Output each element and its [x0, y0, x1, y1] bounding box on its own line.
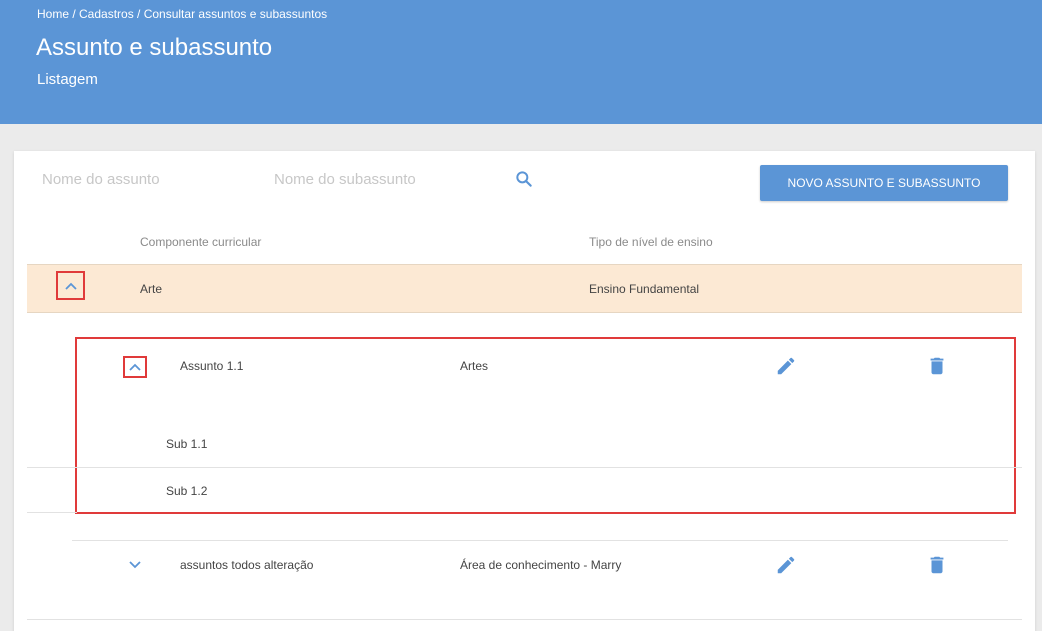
pencil-icon[interactable] — [775, 554, 797, 576]
assunto-name: assuntos todos alteração — [180, 558, 314, 572]
page-header: Home / Cadastros / Consultar assuntos e … — [0, 0, 1042, 124]
page-title: Assunto e subassunto — [36, 34, 273, 61]
subassunto-item: Sub 1.2 — [166, 484, 208, 498]
expand-row-button[interactable] — [56, 271, 85, 300]
trash-icon[interactable] — [926, 355, 948, 377]
assunto-search-input[interactable] — [42, 167, 252, 191]
page-subtitle: Listagem — [37, 71, 98, 88]
expand-assunto-button[interactable] — [123, 554, 147, 576]
row-divider — [72, 540, 1008, 541]
subassunto-search-input[interactable] — [274, 167, 494, 191]
column-header-componente: Componente curricular — [140, 235, 262, 249]
assunto-area: Área de conhecimento - Marry — [460, 558, 622, 572]
table-row-componente[interactable]: Arte Ensino Fundamental — [27, 264, 1022, 313]
chevron-down-icon — [129, 561, 141, 569]
content-card: NOVO ASSUNTO E SUBASSUNTO Componente cur… — [14, 151, 1035, 631]
assunto-name: Assunto 1.1 — [180, 359, 244, 373]
trash-icon[interactable] — [926, 554, 948, 576]
chevron-up-icon — [129, 363, 141, 371]
tipo-cell: Ensino Fundamental — [589, 282, 700, 296]
pencil-icon[interactable] — [775, 355, 797, 377]
assunto-area: Artes — [460, 359, 489, 373]
subassunto-item: Sub 1.1 — [166, 437, 208, 451]
row-divider — [27, 619, 1022, 620]
row-divider — [27, 512, 77, 513]
row-divider — [27, 467, 1022, 468]
breadcrumb[interactable]: Home / Cadastros / Consultar assuntos e … — [37, 7, 327, 21]
componente-cell: Arte — [140, 282, 163, 296]
search-icon[interactable] — [514, 169, 534, 189]
expand-assunto-button[interactable] — [123, 356, 147, 378]
chevron-up-icon — [64, 282, 77, 290]
column-header-tipo: Tipo de nível de ensino — [589, 235, 713, 249]
new-assunto-button[interactable]: NOVO ASSUNTO E SUBASSUNTO — [760, 165, 1008, 201]
